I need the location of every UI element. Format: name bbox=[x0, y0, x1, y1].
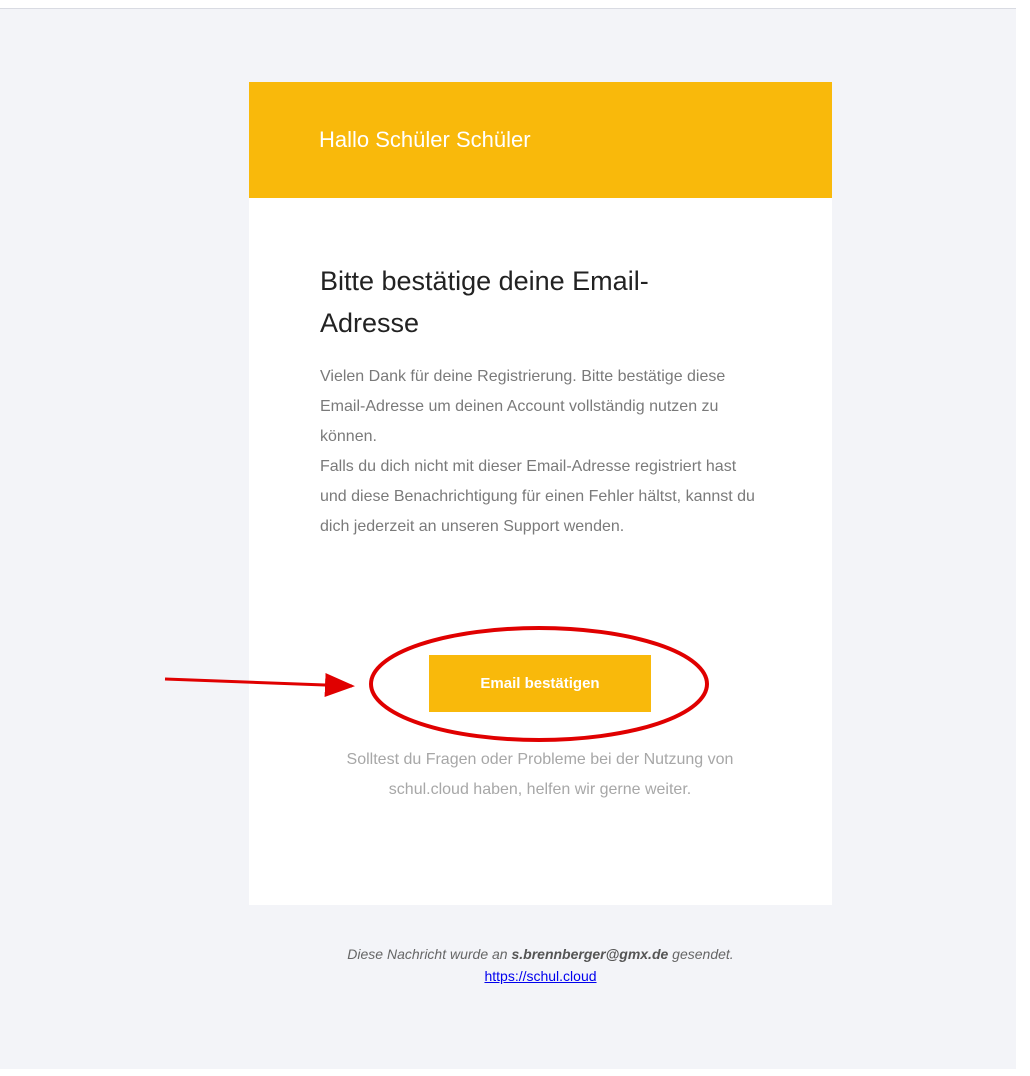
email-heading: Bitte bestätige deine Email-Adresse bbox=[320, 266, 649, 338]
footer-note: Diese Nachricht wurde an s.brennberger@g… bbox=[249, 943, 832, 965]
schul-cloud-link[interactable]: https://schul.cloud bbox=[484, 968, 596, 984]
email-card: Hallo Schüler Schüler Bitte bestätige de… bbox=[249, 82, 832, 905]
footer-note-prefix: Diese Nachricht wurde an bbox=[347, 946, 512, 962]
body-paragraph: Vielen Dank für deine Registrierung. Bit… bbox=[320, 368, 726, 445]
greeting-text: Hallo Schüler Schüler bbox=[319, 127, 531, 152]
recipient-email: s.brennberger@gmx.de bbox=[511, 946, 669, 962]
footer-note-suffix: gesendet. bbox=[668, 946, 734, 962]
email-footer: Diese Nachricht wurde an s.brennberger@g… bbox=[249, 943, 832, 987]
confirm-email-button[interactable]: Email bestätigen bbox=[429, 655, 651, 712]
help-text: Solltest du Fragen oder Probleme bei der… bbox=[346, 751, 734, 798]
body-paragraph: Falls du dich nicht mit dieser Email-Adr… bbox=[320, 458, 755, 535]
email-view: Hallo Schüler Schüler Bitte bestätige de… bbox=[0, 0, 1030, 1076]
email-header: Hallo Schüler Schüler bbox=[249, 82, 832, 198]
email-body-text: Vielen Dank für deine Registrierung. Bit… bbox=[320, 362, 760, 542]
